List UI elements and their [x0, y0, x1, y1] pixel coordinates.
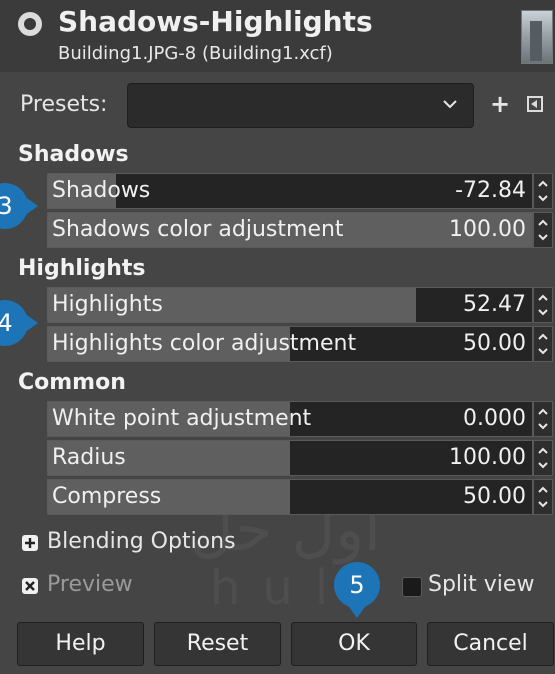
plus-icon [25, 538, 35, 548]
chevron-down-icon[interactable] [538, 193, 548, 203]
chevron-up-icon[interactable] [538, 179, 548, 189]
split-view-checkbox[interactable] [402, 577, 422, 597]
chevron-down-icon[interactable] [538, 421, 548, 431]
cancel-button[interactable]: Cancel [427, 622, 554, 666]
slider-value: 100.00 [449, 445, 526, 470]
slider-label: Compress [52, 484, 162, 509]
slider-value: -72.84 [455, 178, 526, 203]
white-point-adjustment-slider[interactable]: White point adjustment 0.000 [47, 401, 533, 437]
add-preset-icon[interactable]: + [490, 92, 510, 116]
section-shadows-heading: Shadows [18, 142, 129, 167]
radius-spin-buttons[interactable] [533, 440, 553, 476]
chevron-down-icon[interactable] [538, 499, 548, 509]
highlights-slider[interactable]: Highlights 52.47 [47, 287, 533, 323]
radius-slider[interactable]: Radius 100.00 [47, 440, 533, 476]
slider-value: 52.47 [463, 292, 526, 317]
slider-label: Highlights color adjustment [52, 331, 357, 356]
chevron-up-icon[interactable] [538, 332, 548, 342]
chevron-up-icon[interactable] [538, 293, 548, 303]
presets-dropdown[interactable] [127, 83, 474, 128]
chevron-down-icon[interactable] [538, 346, 548, 356]
reset-button[interactable]: Reset [154, 622, 281, 666]
shadows-color-spin-buttons[interactable] [533, 212, 553, 248]
highlights-spin-buttons[interactable] [533, 287, 553, 323]
split-view-label: Split view [428, 572, 535, 597]
check-x-icon [25, 581, 35, 591]
slider-label: Shadows color adjustment [52, 217, 344, 242]
shadows-slider[interactable]: Shadows -72.84 [47, 173, 533, 209]
callout-badge-5: 5 [334, 562, 380, 618]
chevron-down-icon[interactable] [538, 307, 548, 317]
highlights-color-adjustment-slider[interactable]: Highlights color adjustment 50.00 [47, 326, 533, 362]
dialog-header: Shadows-Highlights Building1.JPG-8 (Buil… [0, 0, 555, 72]
highlights-color-spin-buttons[interactable] [533, 326, 553, 362]
help-button[interactable]: Help [17, 622, 144, 666]
slider-label: Shadows [52, 178, 151, 203]
slider-label: Highlights [52, 292, 163, 317]
chevron-up-icon[interactable] [538, 485, 548, 495]
preview-checkbox[interactable] [22, 578, 38, 594]
callout-badge-4: 4 [0, 300, 38, 346]
dialog-subtitle: Building1.JPG-8 (Building1.xcf) [58, 43, 333, 64]
callout-badge-3: 3 [0, 183, 38, 229]
chevron-up-icon[interactable] [538, 446, 548, 456]
preview-label: Preview [47, 572, 133, 597]
compress-slider[interactable]: Compress 50.00 [47, 479, 533, 515]
shadows-color-adjustment-slider[interactable]: Shadows color adjustment 100.00 [47, 212, 533, 248]
slider-label: Radius [52, 445, 126, 470]
chevron-down-icon[interactable] [538, 460, 548, 470]
chevron-down-icon [443, 100, 457, 109]
chevron-down-icon[interactable] [538, 232, 548, 242]
compress-spin-buttons[interactable] [533, 479, 553, 515]
slider-label: White point adjustment [52, 406, 312, 431]
expand-plus-icon[interactable] [22, 535, 38, 551]
section-common-heading: Common [18, 370, 126, 395]
slider-value: 0.000 [463, 406, 526, 431]
dialog-title: Shadows-Highlights [58, 5, 373, 38]
section-highlights-heading: Highlights [18, 256, 146, 281]
white-point-spin-buttons[interactable] [533, 401, 553, 437]
image-thumbnail [521, 10, 553, 64]
ok-button[interactable]: OK [291, 622, 417, 666]
chevron-up-icon[interactable] [538, 218, 548, 228]
shadows-spin-buttons[interactable] [533, 173, 553, 209]
presets-label: Presets: [20, 92, 108, 117]
presets-menu-icon[interactable] [527, 96, 543, 112]
slider-value: 50.00 [463, 331, 526, 356]
chevron-up-icon[interactable] [538, 407, 548, 417]
slider-value: 50.00 [463, 484, 526, 509]
slider-value: 100.00 [449, 217, 526, 242]
blending-options-expander[interactable]: Blending Options [47, 529, 236, 554]
gimp-filter-icon [18, 12, 42, 36]
